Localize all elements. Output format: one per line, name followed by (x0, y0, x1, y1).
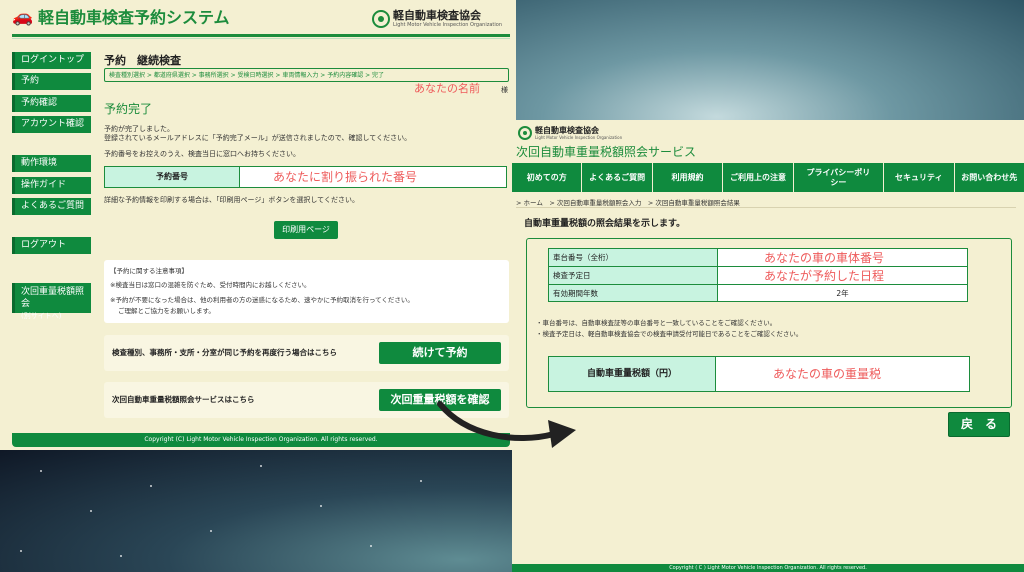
reservation-header: 🚗 軽自動車検査予約システム 軽自動車検査協会 Light Motor Vehic… (12, 6, 510, 32)
print-note: 詳細な予約情報を印刷する場合は、「印刷用ページ」ボタンを選択してください。 (104, 196, 359, 204)
background-space-bottom-left (0, 450, 512, 572)
nav-contact[interactable]: お問い合わせ先 (955, 163, 1024, 192)
tax-logo-mark-icon (518, 126, 532, 140)
nav-terms[interactable]: 利用規約 (653, 163, 724, 192)
flow-arrow-icon (437, 401, 576, 448)
nav-privacy[interactable]: プライバシーポリシー (794, 163, 885, 192)
name-suffix: 様 (501, 86, 508, 94)
tax-breadcrumb: > ホーム > 次回自動車重量税額照会入力 > 次回自動車重量税額照会結果 (516, 199, 740, 207)
back-button[interactable]: 戻 る (948, 412, 1010, 437)
tax-logo-subtitle: Light Motor Vehicle Inspection Organizat… (535, 135, 623, 140)
completion-heading: 予約完了 (104, 102, 153, 116)
notice-title: 【予約に関する注意事項】 (110, 267, 188, 275)
sidebar-item-environment[interactable]: 動作環境 (12, 155, 91, 172)
table-row: 車台番号（全桁） あなたの車の車体番号 (548, 248, 968, 267)
print-page-button[interactable]: 印刷用ページ (274, 221, 338, 239)
car-icon: 🚗 (12, 7, 34, 27)
inspection-date-label: 検査予定日 (548, 266, 718, 285)
header-divider-light (12, 38, 510, 39)
nav-usage-notes[interactable]: ご利用上の注意 (723, 163, 794, 192)
nav-security[interactable]: セキュリティ (884, 163, 955, 192)
tax-site-footer: Copyright ( C ) Light Motor Vehicle Insp… (512, 564, 1024, 572)
notice-line-2: ※予約が不要になった場合は、他の利用者の方の迷惑になるため、速やかに予約取消を行… (110, 296, 414, 304)
nav-faq[interactable]: よくあるご質問 (582, 163, 653, 192)
sidebar-item-account-check[interactable]: アカウント確認 (12, 116, 91, 133)
validity-years-label: 有効期間年数 (548, 284, 718, 302)
logo-subtitle: Light Motor Vehicle Inspection Organizat… (393, 22, 502, 28)
background-space-top-right (512, 0, 1024, 130)
logo-name: 軽自動車検査協会 (393, 9, 482, 22)
reservation-number-label: 予約番号 (105, 167, 240, 187)
app-title: 軽自動車検査予約システム (38, 8, 230, 27)
notice-line-1: ※検査当日は窓口の混雑を防ぐため、受付時間内にお越しください。 (110, 281, 311, 289)
name-annotation: あなたの名前 (414, 82, 480, 95)
tax-site-logo: 軽自動車検査協会 Light Motor Vehicle Inspection O… (518, 126, 622, 140)
continue-text: 検査種別、事務所・支所・分室が同じ予約を再度行う場合はこちら (112, 348, 337, 357)
weight-tax-annotation: あなたの車の重量税 (773, 367, 882, 381)
tax-site-title: 次回自動車重量税額照会サービス (516, 145, 697, 159)
notice-line-3: ご理解とご協力をお願いします。 (118, 307, 215, 315)
tax-logo-name: 軽自動車検査協会 (535, 126, 599, 135)
weight-tax-row: 自動車重量税額（円） あなたの車の重量税 (548, 356, 970, 392)
header-divider (12, 34, 510, 37)
tax-note-1: ・車台番号は、自動車検査証等の車台番号と一致していることをご確認ください。 (536, 319, 777, 327)
table-row: 有効期間年数 2年 (548, 284, 968, 302)
validity-years-value: 2年 (717, 284, 968, 302)
page-title: 予約 継続検査 (104, 54, 181, 67)
tax-inquiry-text: 次回自動車重量税額照会サービスはこちら (112, 395, 255, 404)
logo-mark-icon (372, 10, 391, 28)
completion-text-1: 予約が完了しました。 (104, 125, 174, 133)
weight-tax-label: 自動車重量税額（円） (549, 357, 716, 391)
tax-note-2: ・検査予定日は、軽自動車検査協会での検査申請受付可能日であることをご確認ください… (536, 330, 803, 338)
sidebar-item-logout[interactable]: ログアウト (12, 237, 91, 254)
completion-text-2: 登録されているメールアドレスに「予約完了メール」が送信されましたので、確認してく… (104, 134, 412, 142)
tax-result-heading: 自動車重量税額の照会結果を示します。 (524, 219, 686, 229)
completion-text-3: 予約番号をお控えのうえ、検査当日に窓口へお持ちください。 (104, 150, 300, 158)
reservation-number-annotation: あなたに割り振られた番号 (273, 170, 418, 184)
sidebar-item-guide[interactable]: 操作ガイド (12, 177, 91, 194)
vehicle-info-table: 車台番号（全桁） あなたの車の車体番号 検査予定日 あなたが予約した日程 有効期… (548, 248, 968, 302)
tax-site-nav: 初めての方 よくあるご質問 利用規約 ご利用上の注意 プライバシーポリシー セキ… (512, 163, 1024, 192)
sidebar-item-faq[interactable]: よくあるご質問 (12, 198, 91, 215)
continue-reservation-button[interactable]: 続けて予約 (379, 342, 501, 364)
notice-box: 【予約に関する注意事項】 ※検査当日は窓口の混雑を防ぐため、受付時間内にお越しく… (104, 260, 509, 323)
organization-logo: 軽自動車検査協会 Light Motor Vehicle Inspection O… (372, 7, 502, 31)
inspection-date-annotation: あなたが予約した日程 (717, 266, 968, 285)
sidebar-item-tax-label: 次回重量税額照会 (21, 287, 85, 309)
tax-divider (516, 207, 1016, 208)
reservation-number-row: 予約番号 あなたに割り振られた番号 (104, 166, 507, 188)
sidebar-item-tax-inquiry[interactable]: 次回重量税額照会 (別サイトへ) (12, 283, 91, 320)
chassis-number-label: 車台番号（全桁） (548, 248, 718, 267)
sidebar-item-reservation-check[interactable]: 予約確認 (12, 95, 91, 112)
sidebar-item-tax-sub: (別サイトへ) (21, 312, 62, 320)
chassis-number-annotation: あなたの車の車体番号 (717, 248, 968, 267)
sidebar-item-reserve[interactable]: 予約 (12, 73, 91, 90)
sidebar-item-login-top[interactable]: ログイントップ (12, 52, 91, 69)
nav-beginners[interactable]: 初めての方 (512, 163, 583, 192)
table-row: 検査予定日 あなたが予約した日程 (548, 266, 968, 285)
